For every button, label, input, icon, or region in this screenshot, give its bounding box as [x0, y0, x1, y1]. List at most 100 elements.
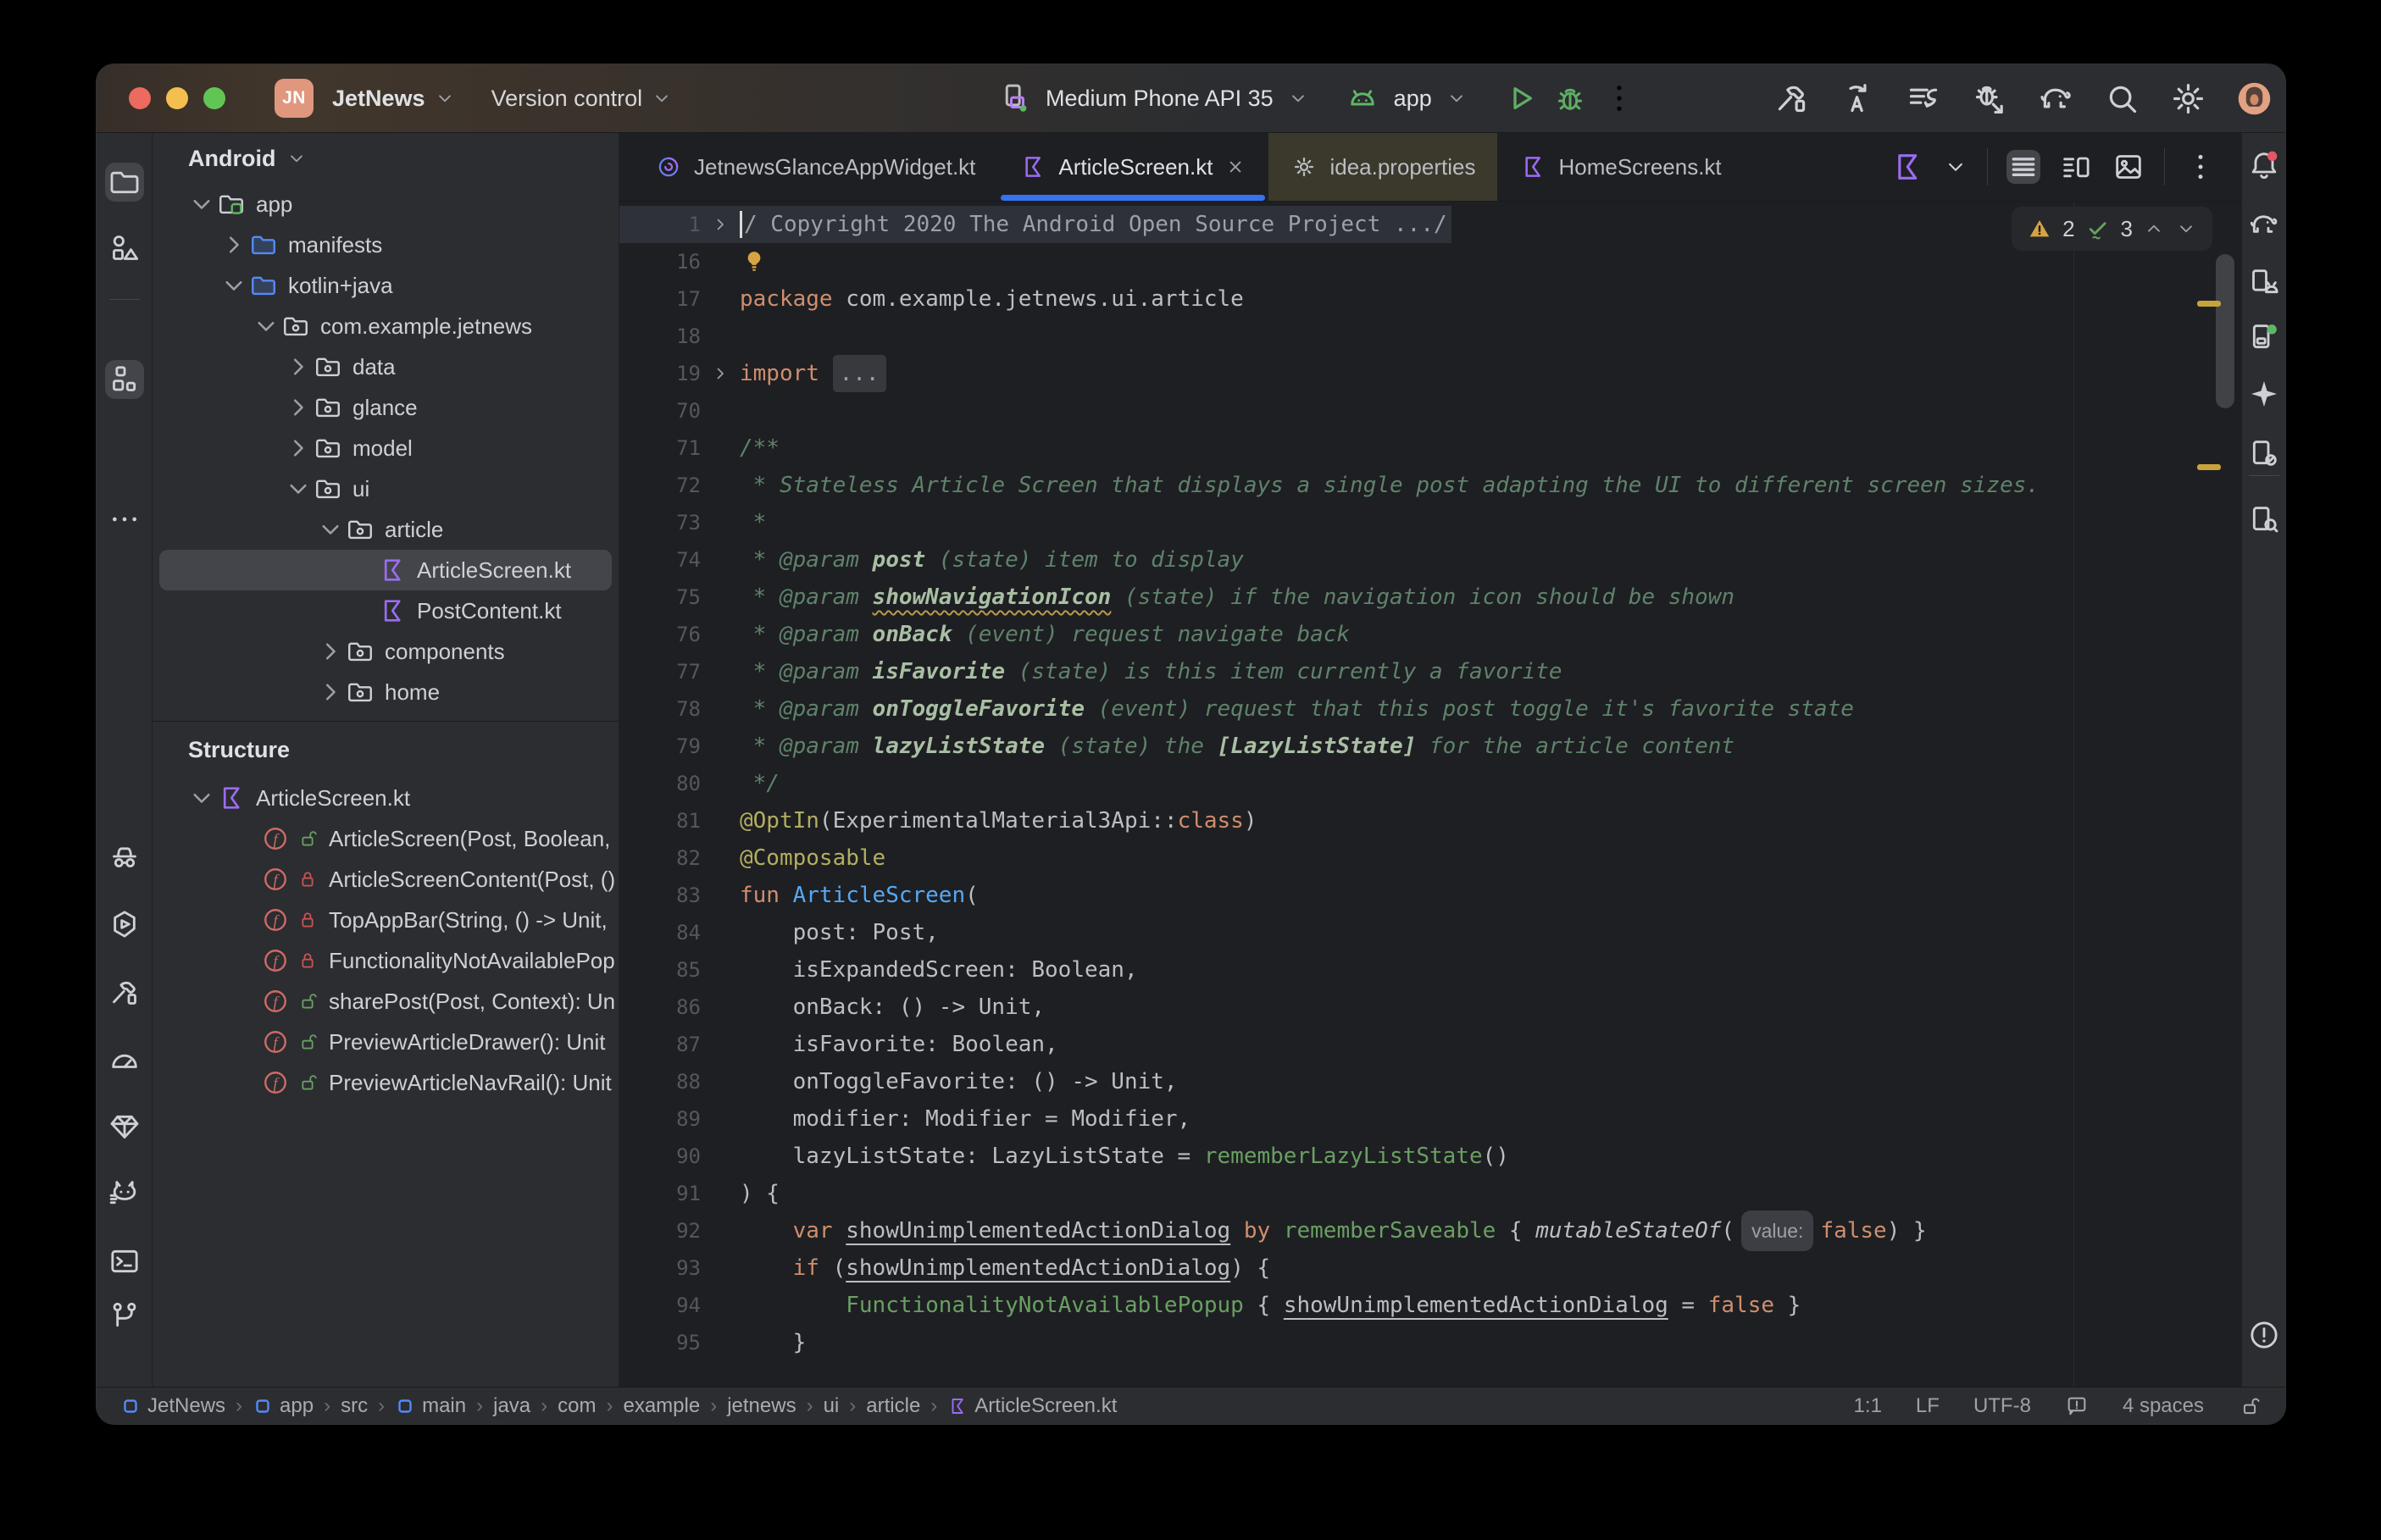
code-viewport[interactable]: 1/ Copyright 2020 The Android Open Sourc… — [619, 202, 2241, 1388]
split-view-icon[interactable] — [2059, 150, 2093, 184]
profiler-gauge-icon[interactable] — [105, 1041, 144, 1080]
tab-idea-properties[interactable]: idea.properties — [1268, 133, 1497, 201]
editor-scrollbar[interactable] — [2216, 254, 2234, 408]
tree-item-model[interactable]: model — [159, 428, 612, 468]
structure-icon[interactable] — [105, 360, 144, 399]
breadcrumb-example[interactable]: example — [623, 1394, 700, 1418]
minimize-window-button[interactable] — [166, 87, 188, 109]
structure-member-sharepost[interactable]: fsharePost(Post, Context): Un — [153, 981, 619, 1022]
attach-debugger-icon[interactable] — [1971, 80, 2009, 118]
chevron-right-icon[interactable] — [283, 352, 314, 382]
logcat-cat-icon[interactable] — [105, 1173, 144, 1212]
tree-item-manifests[interactable]: manifests — [159, 224, 612, 265]
breadcrumb-jetnews[interactable]: JetNews — [120, 1394, 225, 1418]
code-view-icon[interactable] — [2006, 150, 2040, 184]
problems-icon[interactable] — [2245, 1316, 2284, 1354]
warning-bubble-icon[interactable] — [2065, 1394, 2089, 1418]
maximize-window-button[interactable] — [203, 87, 225, 109]
inspections-widget[interactable]: 2 3 — [2012, 207, 2212, 251]
more-options-icon[interactable] — [105, 500, 144, 539]
device-selector[interactable]: Medium Phone API 35 — [1046, 86, 1274, 112]
warning-stripe-mark[interactable] — [2197, 301, 2221, 307]
structure-member-topappbar[interactable]: fTopAppBar(String, () -> Unit, — [153, 900, 619, 940]
sync-language-icon[interactable] — [1839, 80, 1877, 118]
structure-file-articlescreen-kt[interactable]: ArticleScreen.kt — [159, 778, 612, 818]
chevron-down-icon[interactable] — [283, 474, 314, 504]
chevron-right-icon[interactable] — [315, 636, 346, 667]
hidden-tabs-chevron-icon[interactable] — [1943, 150, 1968, 184]
project-view-selector[interactable]: Android — [153, 133, 619, 184]
fold-chevron-icon[interactable] — [701, 214, 740, 235]
status-4-spaces[interactable]: 4 spaces — [2123, 1394, 2204, 1418]
breadcrumb-main[interactable]: main — [395, 1394, 466, 1418]
run-configuration[interactable]: app — [1394, 86, 1432, 112]
breadcrumb-ui[interactable]: ui — [824, 1394, 840, 1418]
build-hammer-icon[interactable] — [105, 973, 144, 1012]
close-tab-icon[interactable] — [1224, 156, 1246, 178]
gradle-elephant-icon[interactable] — [2037, 80, 2075, 118]
chevron-right-icon[interactable] — [219, 230, 249, 260]
device-mirroring-icon[interactable] — [2245, 434, 2284, 473]
chevron-down-icon[interactable] — [1446, 87, 1468, 109]
tree-item-postcontent-kt[interactable]: PostContent.kt — [159, 590, 612, 631]
fold-chevron-icon[interactable] — [701, 363, 740, 384]
chevron-down-icon[interactable] — [186, 189, 217, 219]
status-utf-8[interactable]: UTF-8 — [1973, 1394, 2031, 1418]
tab-jetnewsglanceappwidget-kt[interactable]: JetnewsGlanceAppWidget.kt — [633, 133, 997, 201]
user-avatar-icon[interactable] — [2235, 80, 2273, 118]
breadcrumb-articlescreen-kt[interactable]: ArticleScreen.kt — [947, 1394, 1117, 1418]
search-icon[interactable] — [2103, 80, 2141, 118]
chevron-right-icon[interactable] — [315, 677, 346, 707]
chevron-down-icon[interactable] — [251, 311, 281, 341]
status-lf[interactable]: LF — [1916, 1394, 1940, 1418]
tree-item-articlescreen-kt[interactable]: ArticleScreen.kt — [159, 550, 612, 590]
tree-item-kotlin-java[interactable]: kotlin+java — [159, 265, 612, 306]
tree-item-app[interactable]: app — [159, 184, 612, 224]
structure-member-previewarticledrawer[interactable]: fPreviewArticleDrawer(): Unit — [153, 1022, 619, 1062]
breadcrumb-article[interactable]: article — [866, 1394, 920, 1418]
notifications-bell-icon[interactable] — [2245, 146, 2284, 185]
editor-options-kebab-icon[interactable] — [2184, 150, 2217, 184]
version-control-menu[interactable]: Version control — [491, 86, 674, 112]
terminal-icon[interactable] — [105, 1242, 144, 1281]
chevron-down-icon[interactable] — [315, 514, 346, 545]
git-branch-icon[interactable] — [105, 1296, 144, 1335]
chevron-right-icon[interactable] — [283, 433, 314, 463]
editor-area[interactable]: JetnewsGlanceAppWidget.ktArticleScreen.k… — [619, 133, 2241, 1388]
app-inspection-icon[interactable] — [105, 837, 144, 876]
tree-item-com-example-jetnews[interactable]: com.example.jetnews — [159, 306, 612, 346]
resource-manager-icon[interactable] — [105, 229, 144, 268]
tree-item-article[interactable]: article — [159, 509, 612, 550]
close-window-button[interactable] — [129, 87, 151, 109]
device-manager-icon[interactable] — [2245, 263, 2284, 302]
app-quality-insights-icon[interactable] — [105, 1107, 144, 1146]
hidden-tabs-kotlin-icon[interactable] — [1890, 150, 1924, 184]
tree-item-glance[interactable]: glance — [159, 387, 612, 428]
chevron-down-icon[interactable] — [2175, 218, 2197, 240]
intention-lightbulb-icon[interactable] — [740, 247, 769, 276]
layout-inspector-icon[interactable] — [2245, 500, 2284, 539]
device-streaming-icon[interactable] — [1905, 80, 1943, 118]
gemini-sparkle-icon[interactable] — [2245, 374, 2284, 413]
warning-stripe-mark[interactable] — [2197, 464, 2221, 470]
project-folder-icon[interactable] — [105, 163, 144, 202]
chevron-right-icon[interactable] — [283, 392, 314, 423]
chevron-down-icon[interactable] — [219, 270, 249, 301]
chevron-up-icon[interactable] — [2143, 218, 2165, 240]
run-hexagon-icon[interactable] — [105, 905, 144, 944]
breadcrumb-app[interactable]: app — [253, 1394, 314, 1418]
gradle-elephant-icon[interactable] — [2245, 205, 2284, 244]
running-devices-icon[interactable] — [2245, 318, 2284, 357]
structure-member-functionalitynotavailablepop[interactable]: fFunctionalityNotAvailablePop — [153, 940, 619, 981]
tab-homescreens-kt[interactable]: HomeScreens.kt — [1497, 133, 1743, 201]
tree-item-data[interactable]: data — [159, 346, 612, 387]
chevron-down-icon[interactable] — [1287, 87, 1309, 109]
code-editor[interactable]: 1/ Copyright 2020 The Android Open Sourc… — [619, 206, 2241, 1361]
breadcrumb-src[interactable]: src — [341, 1394, 368, 1418]
tree-item-ui[interactable]: ui — [159, 468, 612, 509]
project-menu[interactable]: JetNews — [332, 86, 456, 112]
structure-member-articlescreen[interactable]: fArticleScreen(Post, Boolean, — [153, 818, 619, 859]
breadcrumb-java[interactable]: java — [493, 1394, 530, 1418]
structure-member-previewarticlenavrail[interactable]: fPreviewArticleNavRail(): Unit — [153, 1062, 619, 1103]
breadcrumb-jetnews[interactable]: jetnews — [727, 1394, 796, 1418]
